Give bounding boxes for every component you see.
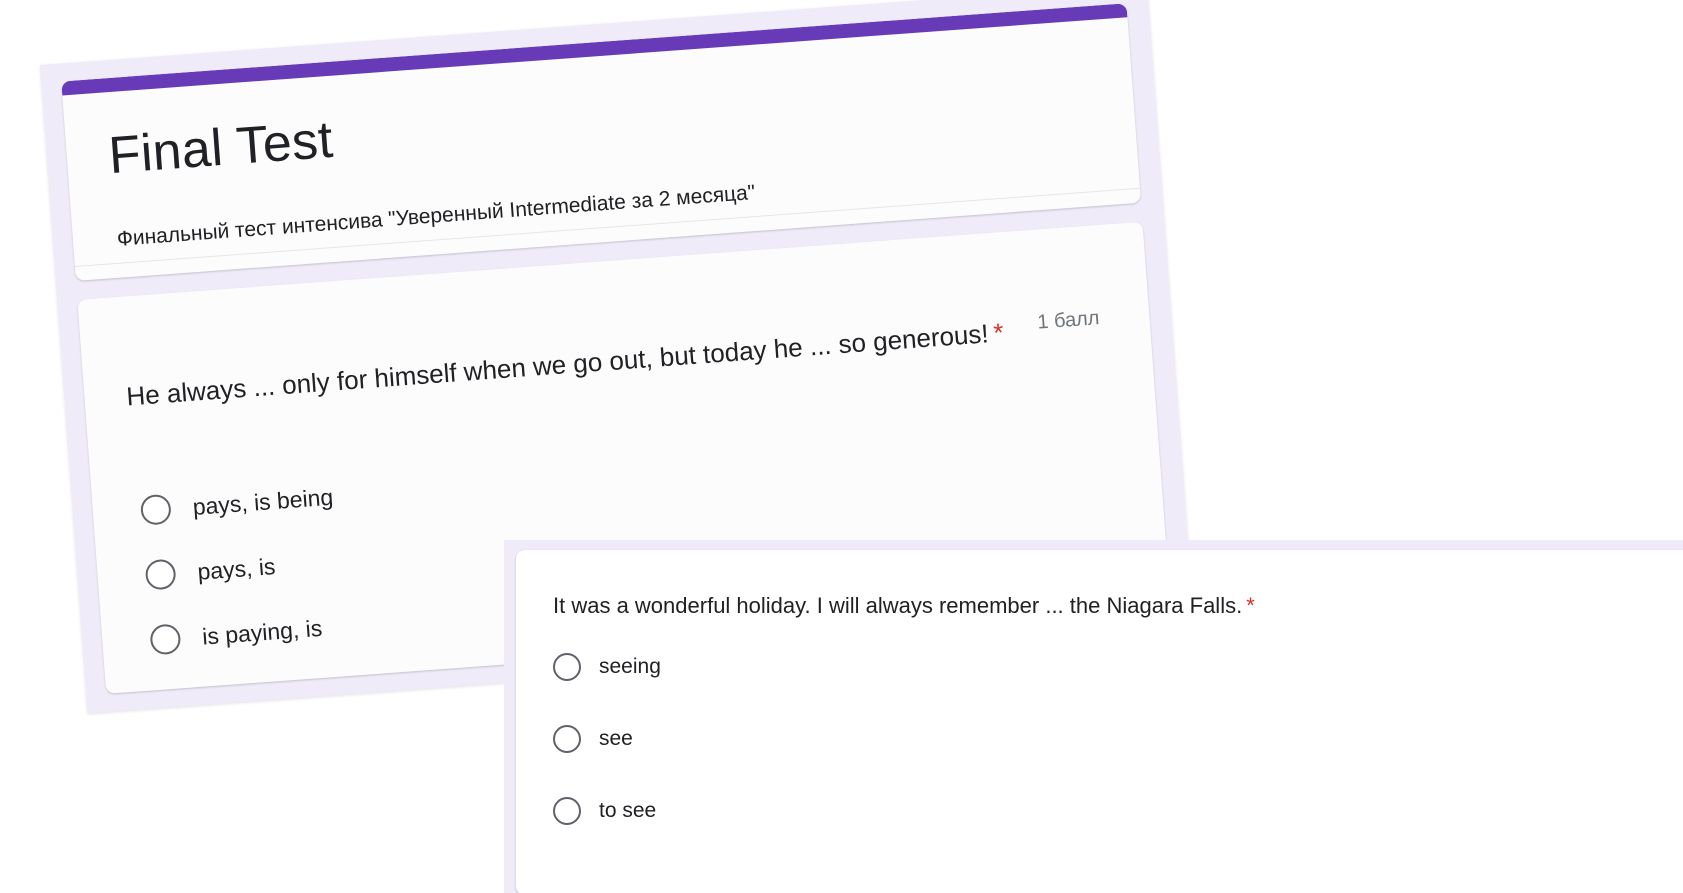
radio-button[interactable]	[553, 653, 581, 681]
question-1-option-1[interactable]: pays, is being	[139, 482, 334, 526]
option-label: is paying, is	[201, 614, 324, 650]
question-1-label: He always ... only for himself when we g…	[125, 318, 990, 412]
required-asterisk: *	[992, 317, 1005, 348]
radio-button[interactable]	[553, 725, 581, 753]
radio-button[interactable]	[144, 558, 177, 591]
question-2-option-1[interactable]: seeing	[553, 653, 661, 681]
option-label: to see	[599, 799, 657, 822]
option-label: see	[599, 727, 633, 750]
option-label: pays, is	[196, 552, 277, 585]
form-description: Финальный тест интенсива "Уверенный Inte…	[116, 180, 756, 251]
option-label: pays, is being	[191, 483, 334, 520]
question-2-option-2[interactable]: see	[553, 725, 633, 753]
question-1-option-3[interactable]: is paying, is	[149, 613, 323, 656]
form-accent-bar	[61, 3, 1128, 96]
question-1-text: He always ... only for himself when we g…	[125, 317, 1004, 412]
question-card-2: It was a wonderful holiday. I will alway…	[516, 550, 1683, 893]
question-2-backdrop: It was a wonderful holiday. I will alway…	[504, 540, 1683, 893]
option-label: seeing	[599, 655, 661, 678]
screenshot-stage: Final Test Финальный тест интенсива "Уве…	[0, 0, 1683, 893]
question-2-label: It was a wonderful holiday. I will alway…	[553, 593, 1243, 618]
form-title: Final Test	[106, 110, 335, 186]
radio-button[interactable]	[553, 797, 581, 825]
question-2-text: It was a wonderful holiday. I will alway…	[553, 593, 1255, 619]
radio-button[interactable]	[139, 493, 172, 526]
question-1-option-2[interactable]: pays, is	[144, 551, 277, 591]
question-2-option-3[interactable]: to see	[553, 797, 656, 825]
question-1-points: 1 балл	[1036, 307, 1101, 334]
required-asterisk: *	[1246, 593, 1255, 618]
radio-button[interactable]	[149, 623, 182, 656]
